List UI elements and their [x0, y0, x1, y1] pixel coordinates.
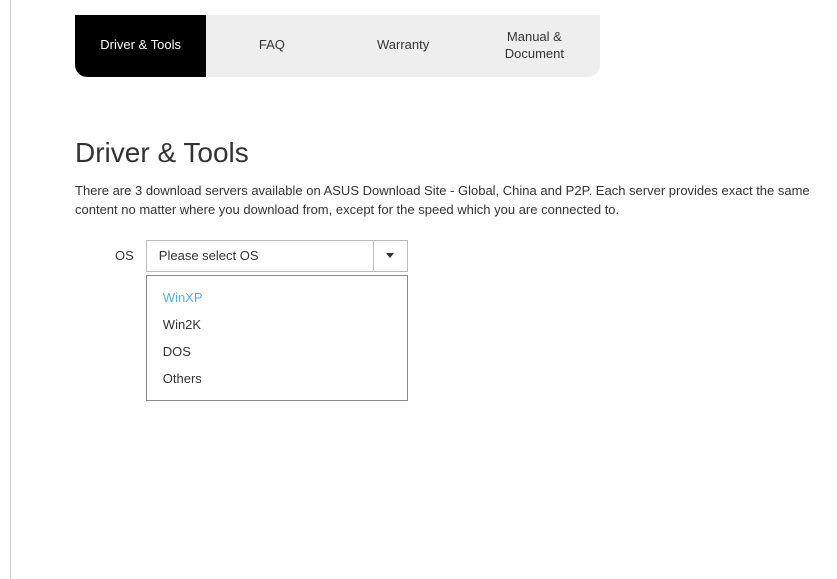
option-label: DOS	[163, 344, 191, 359]
option-label: Others	[163, 371, 202, 386]
page-title: Driver & Tools	[75, 137, 837, 169]
os-option-dos[interactable]: DOS	[147, 338, 407, 365]
os-option-win2k[interactable]: Win2K	[147, 311, 407, 338]
tab-manual-document[interactable]: Manual & Document	[469, 15, 600, 77]
os-option-winxp[interactable]: WinXP	[147, 284, 407, 311]
os-selector-row: OS Please select OS WinXP Win2K DOS	[115, 240, 837, 272]
tab-bar: Driver & Tools FAQ Warranty Manual & Doc…	[75, 15, 600, 77]
tab-label: Warranty	[377, 37, 429, 54]
os-select-placeholder: Please select OS	[147, 241, 373, 271]
tab-label: Driver & Tools	[100, 37, 181, 54]
tab-driver-tools[interactable]: Driver & Tools	[75, 15, 206, 77]
main-container: Driver & Tools FAQ Warranty Manual & Doc…	[0, 0, 837, 272]
dropdown-arrow	[373, 241, 407, 271]
tab-label: Manual & Document	[479, 29, 590, 63]
tab-label: FAQ	[259, 37, 285, 54]
os-option-others[interactable]: Others	[147, 365, 407, 392]
tab-faq[interactable]: FAQ	[206, 15, 337, 77]
page-description: There are 3 download servers available o…	[75, 181, 837, 220]
os-dropdown: WinXP Win2K DOS Others	[146, 275, 408, 401]
option-label: Win2K	[163, 317, 201, 332]
tab-warranty[interactable]: Warranty	[338, 15, 469, 77]
vertical-divider	[10, 0, 11, 579]
os-select-wrapper: Please select OS WinXP Win2K DOS	[146, 240, 408, 272]
option-label: WinXP	[163, 290, 203, 305]
os-select[interactable]: Please select OS	[146, 240, 408, 272]
chevron-down-icon	[386, 253, 394, 258]
os-label: OS	[115, 248, 134, 263]
